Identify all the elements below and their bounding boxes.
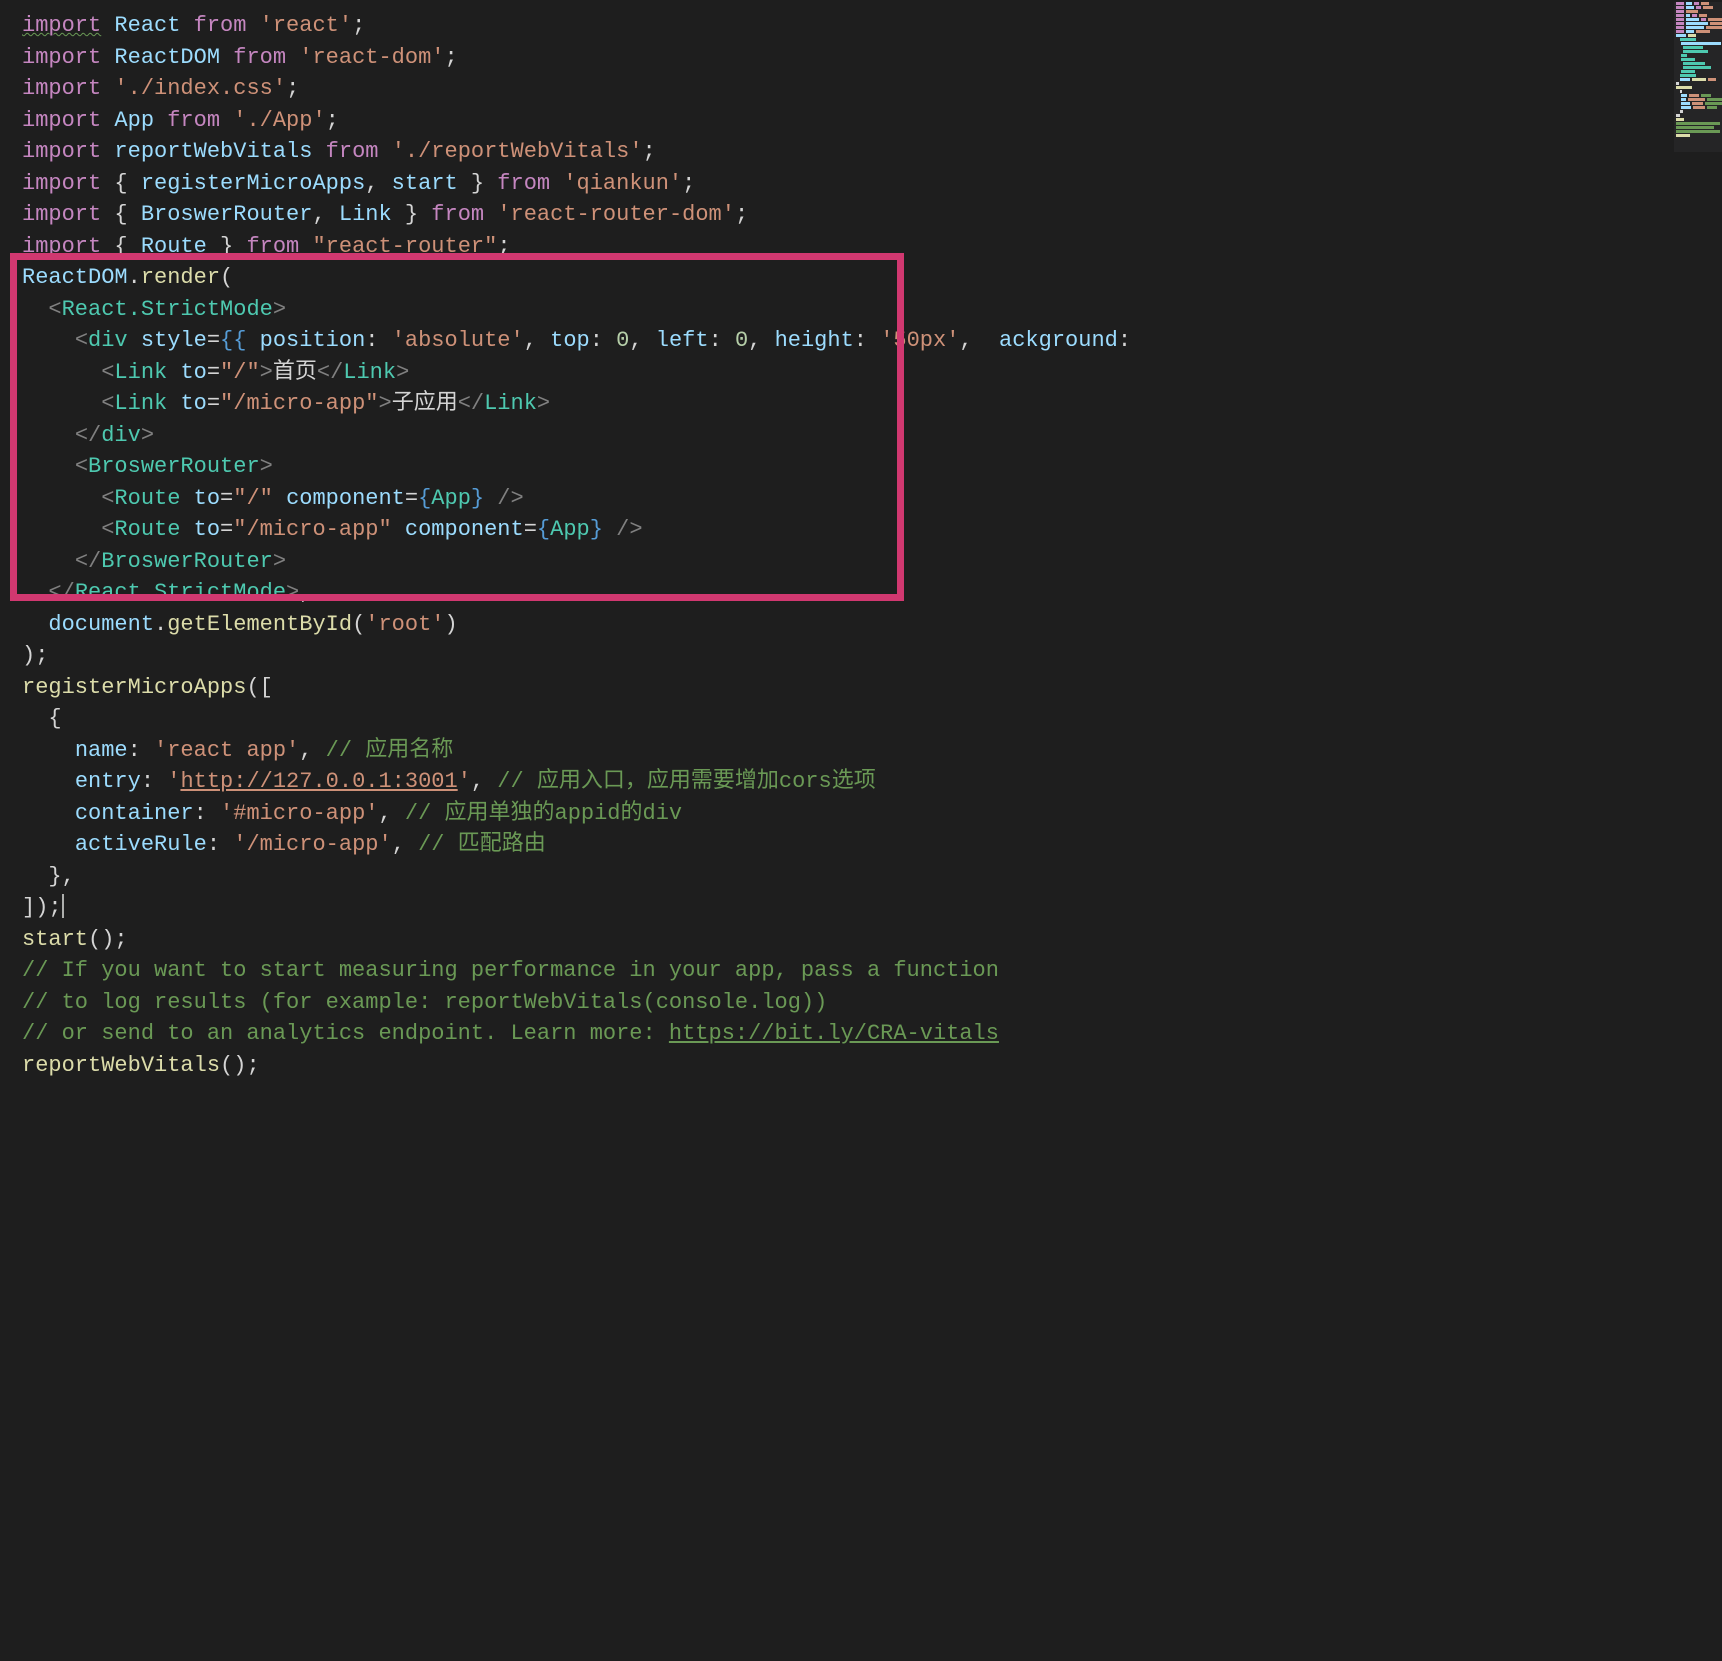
code-line[interactable]: <React.StrictMode> [22, 294, 1674, 326]
code-line[interactable]: entry: 'http://127.0.0.1:3001', // 应用入口，… [22, 766, 1674, 798]
code-line[interactable]: ]); [22, 892, 1674, 924]
code-line[interactable]: ); [22, 640, 1674, 672]
code-area[interactable]: import React from 'react'; import ReactD… [0, 0, 1674, 1661]
minimap[interactable] [1674, 0, 1722, 1661]
code-line[interactable]: // to log results (for example: reportWe… [22, 987, 1674, 1019]
code-line[interactable]: registerMicroApps([ [22, 672, 1674, 704]
code-line[interactable]: import reportWebVitals from './reportWeb… [22, 136, 1674, 168]
code-line[interactable]: // If you want to start measuring perfor… [22, 955, 1674, 987]
code-line[interactable]: import './index.css'; [22, 73, 1674, 105]
code-line[interactable]: import App from './App'; [22, 105, 1674, 137]
code-line[interactable]: </React.StrictMode>, [22, 577, 1674, 609]
code-line[interactable]: import React from 'react'; [22, 10, 1674, 42]
code-line[interactable]: ReactDOM.render( [22, 262, 1674, 294]
code-line[interactable]: import { BroswerRouter, Link } from 'rea… [22, 199, 1674, 231]
code-line[interactable]: // or send to an analytics endpoint. Lea… [22, 1018, 1674, 1050]
code-line[interactable]: import { registerMicroApps, start } from… [22, 168, 1674, 200]
code-line[interactable]: import { Route } from "react-router"; [22, 231, 1674, 263]
code-line[interactable]: <div style={{ position: 'absolute', top:… [22, 325, 1674, 357]
code-line[interactable]: container: '#micro-app', // 应用单独的appid的d… [22, 798, 1674, 830]
comment-link[interactable]: https://bit.ly/CRA-vitals [669, 1021, 999, 1046]
code-line[interactable]: }, [22, 861, 1674, 893]
code-line[interactable]: reportWebVitals(); [22, 1050, 1674, 1082]
code-line[interactable]: import ReactDOM from 'react-dom'; [22, 42, 1674, 74]
code-line[interactable]: <Route to="/micro-app" component={App} /… [22, 514, 1674, 546]
editor-container: import React from 'react'; import ReactD… [0, 0, 1722, 1661]
cursor-icon [62, 894, 64, 918]
code-line[interactable]: <Link to="/micro-app">子应用</Link> [22, 388, 1674, 420]
code-line[interactable]: </BroswerRouter> [22, 546, 1674, 578]
code-line[interactable]: document.getElementById('root') [22, 609, 1674, 641]
minimap-content[interactable] [1674, 2, 1722, 152]
code-line[interactable]: <Route to="/" component={App} /> [22, 483, 1674, 515]
code-line[interactable]: name: 'react app', // 应用名称 [22, 735, 1674, 767]
code-line[interactable]: activeRule: '/micro-app', // 匹配路由 [22, 829, 1674, 861]
code-line[interactable]: <Link to="/">首页</Link> [22, 357, 1674, 389]
code-line[interactable]: <BroswerRouter> [22, 451, 1674, 483]
code-line[interactable]: { [22, 703, 1674, 735]
code-line[interactable]: </div> [22, 420, 1674, 452]
code-line[interactable]: start(); [22, 924, 1674, 956]
